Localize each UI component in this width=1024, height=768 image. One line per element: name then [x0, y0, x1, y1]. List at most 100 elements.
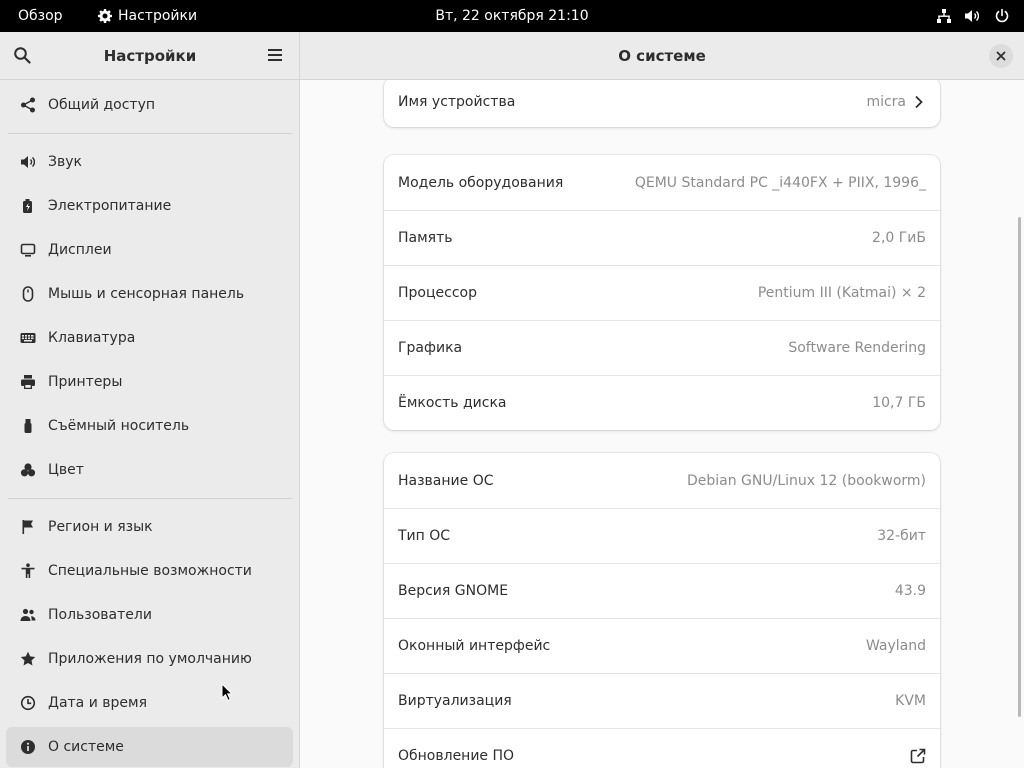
hardware-card: Модель оборудования QEMU Standard PC _i4…: [384, 155, 940, 430]
sidebar-item-label: Дисплеи: [48, 242, 112, 258]
display-icon: [20, 242, 36, 258]
row-label: Процессор: [398, 285, 477, 301]
sidebar-item-sharing[interactable]: Общий доступ: [6, 85, 293, 125]
sidebar-item-users[interactable]: Пользователи: [6, 595, 293, 635]
row-label: Память: [398, 230, 453, 246]
sidebar-item-printers[interactable]: Принтеры: [6, 362, 293, 402]
sidebar-item-about[interactable]: О системе: [6, 727, 293, 767]
sidebar-item-sound[interactable]: Звук: [6, 142, 293, 182]
sidebar-item-power[interactable]: Электропитание: [6, 186, 293, 226]
row-label: Модель оборудования: [398, 174, 564, 191]
row-value: 10,7 ГБ: [872, 395, 926, 411]
about-scroll-area[interactable]: Имя устройства micra Модель оборудования…: [300, 80, 1024, 768]
sidebar-item-default-apps[interactable]: Приложения по умолчанию: [6, 639, 293, 679]
system-tray[interactable]: [935, 0, 1010, 32]
sidebar-item-label: Регион и язык: [48, 519, 153, 535]
chevron-right-icon: [914, 95, 926, 109]
processor-row: Процессор Pentium III (Katmai) × 2: [384, 265, 940, 320]
sidebar-item-accessibility[interactable]: Специальные возможности: [6, 551, 293, 591]
printer-icon: [20, 374, 36, 390]
memory-row: Память 2,0 ГиБ: [384, 210, 940, 265]
os-card: Название ОС Debian GNU/Linux 12 (bookwor…: [384, 453, 940, 768]
app-menu-button[interactable]: Настройки: [97, 0, 197, 32]
row-value: QEMU Standard PC _i440FX + PIIX, 1996_: [634, 174, 926, 191]
device-name-label: Имя устройства: [398, 94, 516, 110]
row-value: Wayland: [865, 638, 926, 654]
close-icon: [996, 51, 1006, 61]
star-icon: [20, 651, 36, 667]
row-value: Software Rendering: [788, 340, 926, 356]
sidebar-item-region[interactable]: Регион и язык: [6, 507, 293, 547]
device-name-value: micra: [866, 94, 906, 110]
os-name-row: Название ОС Debian GNU/Linux 12 (bookwor…: [384, 453, 940, 508]
row-label: Название ОС: [398, 472, 494, 489]
hardware-model-row: Модель оборудования QEMU Standard PC _i4…: [384, 155, 940, 210]
volume-icon: [964, 8, 981, 25]
color-icon: [20, 462, 36, 478]
page-title: О системе: [618, 47, 706, 65]
os-type-row: Тип ОС 32-бит: [384, 508, 940, 563]
row-label: Тип ОС: [398, 528, 451, 544]
sidebar-item-mouse[interactable]: Мышь и сенсорная панель: [6, 274, 293, 314]
usb-icon: [20, 418, 36, 434]
sidebar-item-label: Цвет: [48, 462, 84, 478]
app-menu-label: Настройки: [118, 8, 198, 24]
flag-icon: [20, 519, 36, 535]
sidebar-item-label: Приложения по умолчанию: [48, 651, 252, 667]
sidebar-separator: [8, 133, 292, 134]
row-label: Обновление ПО: [398, 748, 515, 764]
sidebar-item-label: Электропитание: [48, 198, 172, 214]
device-name-card: Имя устройства micra: [384, 80, 940, 127]
power-icon: [993, 8, 1010, 25]
row-value: 43.9: [894, 583, 926, 599]
mouse-icon: [20, 286, 36, 302]
accessibility-icon: [20, 563, 36, 579]
speaker-icon: [20, 154, 36, 170]
share-icon: [20, 97, 36, 113]
sidebar-item-displays[interactable]: Дисплеи: [6, 230, 293, 270]
clock-button[interactable]: Вт, 22 октября 21:10: [435, 8, 588, 24]
sidebar-item-label: Дата и время: [48, 695, 147, 711]
row-label: Оконный интерфейс: [398, 638, 551, 654]
sidebar-item-date-time[interactable]: Дата и время: [6, 683, 293, 723]
gear-icon: [97, 8, 113, 24]
sidebar-item-label: Съёмный носитель: [48, 418, 190, 434]
row-value: Debian GNU/Linux 12 (bookworm): [686, 472, 926, 489]
device-name-row[interactable]: Имя устройства micra: [384, 80, 940, 127]
virtualization-row: Виртуализация KVM: [384, 673, 940, 728]
main-panel: О системе Имя устройства micra Модель об…: [300, 32, 1024, 768]
disk-capacity-row: Ёмкость диска 10,7 ГБ: [384, 375, 940, 430]
sidebar-item-label: Пользователи: [48, 607, 152, 623]
sidebar-item-label: Звук: [48, 154, 82, 170]
sidebar-title: Настройки: [103, 47, 197, 65]
info-icon: [20, 739, 36, 755]
software-updates-row[interactable]: Обновление ПО: [384, 728, 940, 768]
activities-button[interactable]: Обзор: [18, 0, 63, 32]
sidebar-item-removable-media[interactable]: Съёмный носитель: [6, 406, 293, 446]
network-wired-icon: [935, 8, 952, 25]
row-value: 32-бит: [877, 528, 926, 544]
sidebar-item-label: Клавиатура: [48, 330, 136, 346]
clock-icon: [20, 695, 36, 711]
row-value: Pentium III (Katmai) × 2: [757, 285, 926, 301]
sidebar-item-color[interactable]: Цвет: [6, 450, 293, 490]
sidebar-item-keyboard[interactable]: Клавиатура: [6, 318, 293, 358]
close-button[interactable]: [989, 44, 1013, 68]
sidebar-item-label: Специальные возможности: [48, 563, 252, 579]
row-label: Графика: [398, 340, 463, 356]
graphics-row: Графика Software Rendering: [384, 320, 940, 375]
search-icon[interactable]: [13, 46, 33, 66]
sidebar-item-label: Общий доступ: [48, 97, 156, 113]
gnome-version-row: Версия GNOME 43.9: [384, 563, 940, 618]
sidebar-item-label: Принтеры: [48, 374, 123, 390]
windowing-system-row: Оконный интерфейс Wayland: [384, 618, 940, 673]
sidebar-item-label: Мышь и сенсорная панель: [48, 286, 245, 302]
scrollbar[interactable]: [1018, 217, 1021, 717]
external-link-icon: [910, 748, 926, 764]
row-label: Версия GNOME: [398, 583, 509, 599]
battery-icon: [20, 198, 36, 214]
sidebar-item-label: О системе: [48, 739, 124, 755]
hamburger-menu-icon[interactable]: [267, 47, 285, 65]
main-header: О системе: [300, 32, 1024, 80]
row-value: KVM: [895, 693, 926, 709]
